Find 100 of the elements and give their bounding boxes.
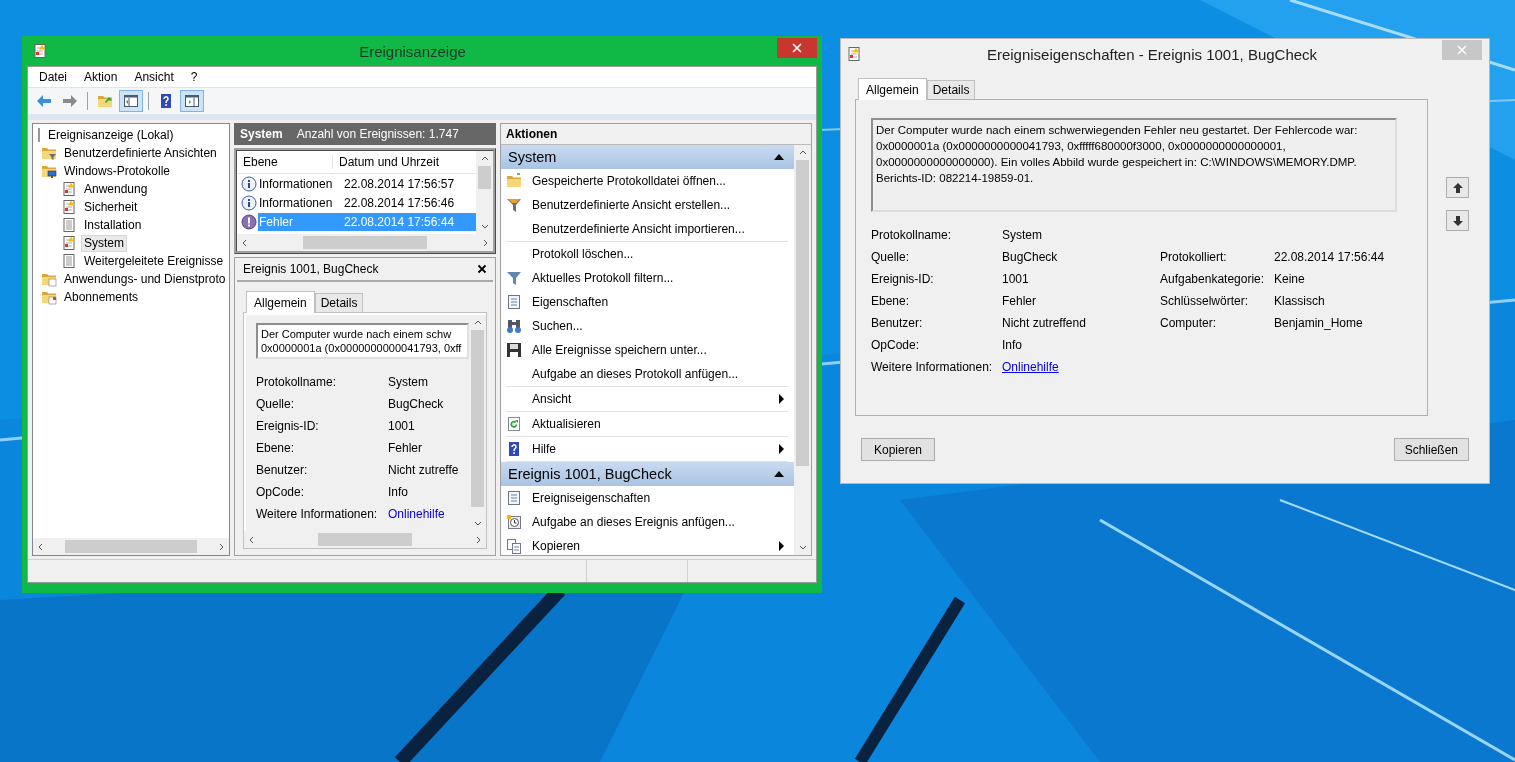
tree-item[interactable]: Installation: [81, 216, 145, 234]
scrollbar-thumb[interactable]: [478, 166, 491, 189]
field-value: 1001: [388, 419, 416, 433]
chevron-icon[interactable]: [241, 238, 249, 247]
menu-item[interactable]: ?: [183, 70, 205, 84]
close-dialog-button[interactable]: Schließen: [1393, 438, 1469, 461]
field-value: 1001: [1002, 272, 1029, 286]
section-header[interactable]: System: [501, 145, 794, 169]
chevron-icon[interactable]: [798, 543, 807, 551]
event-row[interactable]: Informationen 22.08.2014 17:56:46: [258, 193, 476, 212]
arrow-down-icon: [1451, 214, 1464, 227]
field-label: Protokolliert:: [1160, 250, 1228, 264]
folder-icon: [41, 163, 57, 179]
field-label: Benutzer:: [871, 316, 924, 330]
field-label: Weitere Informationen:: [871, 360, 994, 374]
window-pane-icon: [184, 93, 200, 109]
funnel-icon: [506, 197, 522, 213]
copy-button[interactable]: Kopieren: [861, 438, 935, 461]
section-header[interactable]: Ereignis 1001, BugCheck: [501, 462, 794, 486]
chevron-icon[interactable]: [248, 535, 256, 544]
tree-item[interactable]: Anwendung: [81, 180, 151, 198]
scrollbar[interactable]: [794, 145, 811, 555]
action-item[interactable]: Gespeicherte Protokolldatei öffnen...: [506, 169, 788, 193]
action-item[interactable]: Ereigniseigenschaften: [506, 486, 788, 510]
field-label: Aufgabenkategorie:: [1160, 272, 1266, 286]
clock-icon: [506, 514, 522, 530]
action-item[interactable]: Kopieren: [506, 534, 788, 555]
folder-icon: [97, 93, 113, 109]
chevron-icon[interactable]: [217, 542, 225, 551]
tree-item[interactable]: Anwendungs- und Dienstproto: [61, 270, 229, 288]
tab[interactable]: Allgemein: [858, 78, 927, 100]
tab[interactable]: Allgemein: [246, 291, 315, 313]
previous-button[interactable]: [1446, 177, 1469, 198]
action-item[interactable]: Protokoll löschen...: [506, 242, 788, 266]
tree-item[interactable]: Sicherheit: [81, 198, 141, 216]
document-icon: [506, 490, 522, 506]
chevron-icon[interactable]: [473, 319, 482, 327]
tree-item[interactable]: System: [81, 234, 127, 252]
scrollbar[interactable]: [33, 538, 229, 555]
action-item[interactable]: Alle Ereignisse speichern unter...: [506, 338, 788, 362]
field-value: BugCheck: [388, 397, 445, 411]
menu-item[interactable]: Aktion: [77, 70, 125, 84]
column-header[interactable]: Ebene: [237, 155, 333, 169]
tree-item[interactable]: Abonnements: [61, 288, 142, 306]
tree-item[interactable]: Weitergeleitete Ereignisse: [81, 252, 227, 270]
tab[interactable]: Details: [926, 80, 976, 99]
action-item[interactable]: Aktualisieren: [506, 412, 788, 436]
tree-item[interactable]: Benutzerdefinierte Ansichten: [61, 144, 220, 162]
action-item[interactable]: Aufgabe an dieses Ereignis anfügen...: [506, 510, 788, 534]
event-row[interactable]: Informationen 22.08.2014 17:56:57: [258, 174, 476, 193]
field-label: Ereignis-ID:: [256, 419, 320, 433]
help-icon: [158, 93, 174, 109]
scrollbar[interactable]: [476, 151, 493, 234]
action-item[interactable]: Ansicht: [506, 387, 788, 411]
action-item[interactable]: Benutzerdefinierte Ansicht erstellen...: [506, 193, 788, 217]
action-item[interactable]: Suchen...: [506, 314, 788, 338]
scrollbar-thumb[interactable]: [796, 160, 809, 466]
refresh-icon: [506, 416, 522, 432]
field-value: Klassisch: [1274, 294, 1325, 308]
error-icon: [241, 213, 257, 230]
field-label: Protokollname:: [871, 228, 953, 242]
menu-item[interactable]: Ansicht: [127, 70, 181, 84]
chevron-icon[interactable]: [480, 155, 489, 163]
help-icon: [506, 441, 522, 457]
help-link[interactable]: Onlinehilfe: [1002, 360, 1059, 374]
scrollbar-thumb[interactable]: [65, 540, 197, 553]
close-button[interactable]: [777, 38, 817, 58]
field-label: Ebene:: [871, 294, 911, 308]
chevron-icon[interactable]: [37, 542, 45, 551]
action-item[interactable]: Aktuelles Protokoll filtern...: [506, 266, 788, 290]
field-value: Fehler: [1002, 294, 1036, 308]
help-link[interactable]: Onlinehilfe: [388, 507, 469, 521]
scrollbar-thumb[interactable]: [303, 236, 427, 249]
field-value: Benjamin_Home: [1274, 316, 1363, 330]
tree-item[interactable]: Windows-Protokolle: [61, 162, 174, 180]
action-item[interactable]: Eigenschaften: [506, 290, 788, 314]
action-item[interactable]: Aufgabe an dieses Protokoll anfügen...: [506, 362, 788, 386]
tab[interactable]: Details: [314, 293, 364, 312]
window-pane-button[interactable]: [119, 90, 143, 112]
chevron-icon[interactable]: [798, 149, 807, 157]
column-header[interactable]: Datum und Uhrzeit: [333, 155, 440, 169]
scrollbar-thumb[interactable]: [471, 330, 484, 507]
window-pane-button[interactable]: [180, 90, 204, 112]
description-field[interactable]: Der Computer wurde nach einem schwerwiegenden Fehler neu gestartet. Der Fehlercode war: 0x0000001a (0x0000000000041793, 0xfffff680000f3000, 0x0000000000000001, 0x0000000000000000). Ein volles Abbild wurde gespeichert in: C:\WINDOWS\MEMORY.DMP. Berichts-ID: 082214-19859-01.: [871, 118, 1397, 212]
back-icon: [36, 93, 52, 109]
scrollbar-thumb[interactable]: [318, 533, 412, 546]
action-item[interactable]: Benutzerdefinierte Ansicht importieren...: [506, 217, 788, 241]
next-button[interactable]: [1446, 210, 1469, 231]
info-icon: [241, 175, 257, 192]
action-item[interactable]: Hilfe: [506, 437, 788, 461]
tree-item[interactable]: Ereignisanzeige (Lokal): [45, 126, 177, 144]
log-name: System: [240, 127, 283, 141]
field-value: Keine: [1274, 272, 1305, 286]
description-field[interactable]: Der Computer wurde nach einem schw 0x0000001a (0x0000000000041793, 0xff: [256, 323, 469, 359]
log-icon: [61, 235, 77, 251]
scrollbar[interactable]: [237, 234, 493, 251]
menu-item[interactable]: Datei: [32, 70, 74, 84]
log-icon: [846, 46, 862, 62]
scrollbar[interactable]: [244, 531, 486, 548]
close-icon[interactable]: [477, 264, 487, 274]
